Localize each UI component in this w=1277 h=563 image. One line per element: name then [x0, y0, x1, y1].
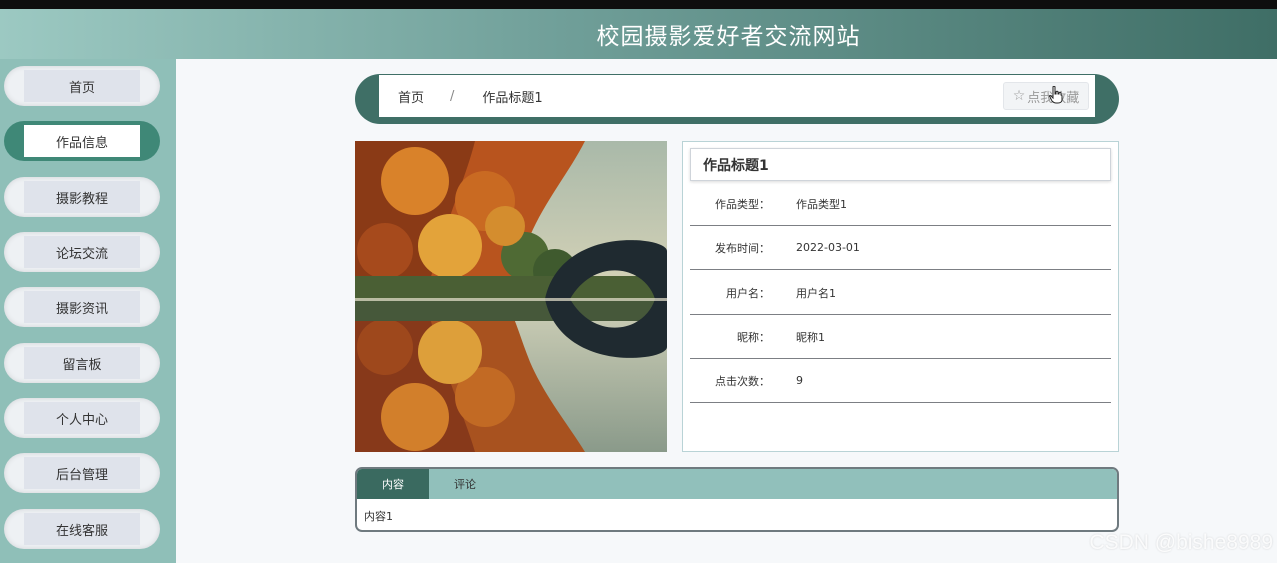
sidebar-item-label: 首页	[24, 70, 140, 102]
detail-row-nickname: 昵称： 昵称1	[690, 315, 1111, 359]
breadcrumb-current: 作品标题1	[482, 90, 543, 106]
star-outline-icon: ☆	[1012, 88, 1026, 104]
breadcrumb-bar: 首页 / 作品标题1 ☆ 点我收藏	[355, 74, 1119, 124]
detail-value: 2022-03-01	[796, 241, 860, 254]
site-title: 校园摄影爱好者交流网站	[596, 24, 861, 50]
breadcrumb-home[interactable]: 首页	[398, 87, 424, 106]
tab-bar: 内容 评论	[357, 469, 1117, 499]
sidebar-item-home[interactable]: 首页	[4, 66, 160, 106]
sidebar-item-label: 作品信息	[24, 125, 140, 157]
sidebar-item-label: 论坛交流	[24, 236, 140, 268]
detail-key: 昵称：	[737, 330, 770, 344]
work-title: 作品标题1	[690, 148, 1111, 181]
tab-content[interactable]: 内容	[357, 469, 429, 499]
window-top-bar	[0, 0, 1277, 9]
hand-cursor-icon	[1049, 86, 1063, 104]
detail-row-type: 作品类型： 作品类型1	[690, 182, 1111, 226]
landscape-image	[355, 141, 667, 452]
sidebar-item-forum[interactable]: 论坛交流	[4, 232, 160, 272]
work-photo	[355, 141, 667, 452]
detail-key: 点击次数：	[715, 374, 770, 388]
tab-panel-content: 内容1	[364, 510, 393, 523]
site-header: 校园摄影爱好者交流网站	[0, 9, 1277, 59]
sidebar: 首页 作品信息 摄影教程 论坛交流 摄影资讯 留言板 个人中心 后台管理 在线客…	[0, 59, 176, 563]
tab-comments[interactable]: 评论	[429, 469, 501, 499]
content-tabs: 内容 评论 内容1	[355, 467, 1119, 532]
sidebar-item-support[interactable]: 在线客服	[4, 509, 160, 549]
sidebar-item-label: 留言板	[24, 347, 140, 379]
detail-row-username: 用户名： 用户名1	[690, 271, 1111, 315]
detail-row-publish-time: 发布时间： 2022-03-01	[690, 226, 1111, 270]
detail-key: 作品类型：	[715, 197, 770, 211]
detail-value: 昵称1	[796, 330, 825, 344]
sidebar-item-profile[interactable]: 个人中心	[4, 398, 160, 438]
favorite-button[interactable]: ☆ 点我收藏	[1003, 82, 1089, 110]
detail-value: 9	[796, 374, 803, 387]
sidebar-item-label: 摄影教程	[24, 181, 140, 213]
sidebar-item-guestbook[interactable]: 留言板	[4, 343, 160, 383]
sidebar-item-admin[interactable]: 后台管理	[4, 453, 160, 493]
watermark-text: CSDN @bishe8989	[1089, 531, 1273, 554]
main-content: 首页 / 作品标题1 ☆ 点我收藏	[176, 59, 1277, 563]
detail-value: 用户名1	[796, 286, 836, 300]
detail-key: 用户名：	[726, 286, 770, 300]
sidebar-item-tutorials[interactable]: 摄影教程	[4, 177, 160, 217]
breadcrumb-separator: /	[450, 88, 455, 104]
detail-value: 作品类型1	[796, 197, 847, 211]
sidebar-item-works[interactable]: 作品信息	[4, 121, 160, 161]
sidebar-item-news[interactable]: 摄影资讯	[4, 287, 160, 327]
work-detail-panel: 作品标题1 作品类型： 作品类型1 发布时间： 2022-03-01 用户名： …	[682, 141, 1119, 452]
breadcrumb: 首页 / 作品标题1 ☆ 点我收藏	[379, 75, 1095, 117]
detail-key: 发布时间：	[715, 241, 770, 255]
sidebar-item-label: 在线客服	[24, 513, 140, 545]
detail-row-clicks: 点击次数： 9	[690, 359, 1111, 403]
sidebar-item-label: 后台管理	[24, 457, 140, 489]
sidebar-item-label: 摄影资讯	[24, 291, 140, 323]
sidebar-item-label: 个人中心	[24, 402, 140, 434]
